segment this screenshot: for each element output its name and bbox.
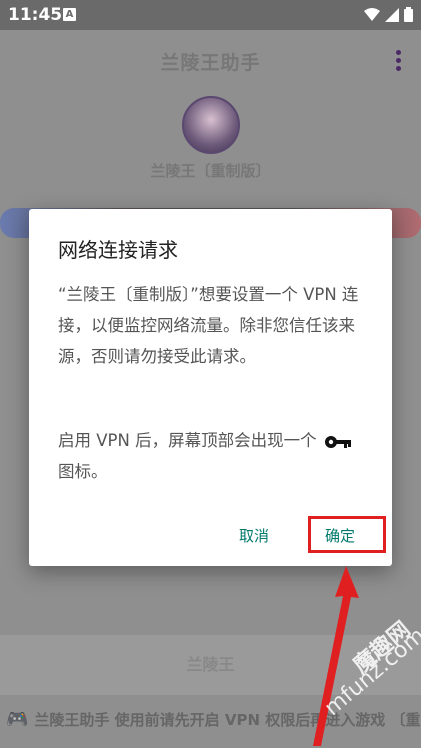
vpn-request-dialog: 网络连接请求 “兰陵王〔重制版〕”想要设置一个 VPN 连接，以便监控网络流量。… [29,209,392,566]
app-subtitle: 兰陵王〔重制版〕 [150,162,271,180]
more-vert-icon[interactable] [396,50,401,74]
dialog-title: 网络连接请求 [58,238,178,262]
marquee-text: 兰陵王助手 使用前请先开启 VPN 权限后再进入游戏 〔重制版〕 [34,710,421,729]
dialog-message: “兰陵王〔重制版〕”想要设置一个 VPN 连接，以便监控网络流量。除非您信任该来… [58,285,359,366]
system-icons [364,7,413,22]
app-avatar [182,96,240,154]
status-bar: 11:45 A [0,0,421,30]
battery-icon [404,7,413,22]
dialog-message2-before: 启用 VPN 后，屏幕顶部会出现一个 [58,431,317,450]
status-time: 11:45 [8,5,63,25]
dialog-message-vpn-icon: 启用 VPN 后，屏幕顶部会出现一个 图标。 [58,425,368,487]
bottom-marquee: 🎮 兰陵王助手 使用前请先开启 VPN 权限后再进入游戏 〔重制版〕 [0,703,421,735]
ok-button-highlight [308,516,386,553]
app-title: 兰陵王助手 [160,52,261,74]
dialog-message2-after: 图标。 [58,462,108,481]
cancel-button[interactable]: 取消 [239,525,269,546]
wifi-icon [364,7,380,21]
key-icon [324,435,351,448]
signal-icon [385,7,399,22]
gamepad-icon: 🎮 [6,708,29,730]
notification-a-icon: A [63,8,76,21]
